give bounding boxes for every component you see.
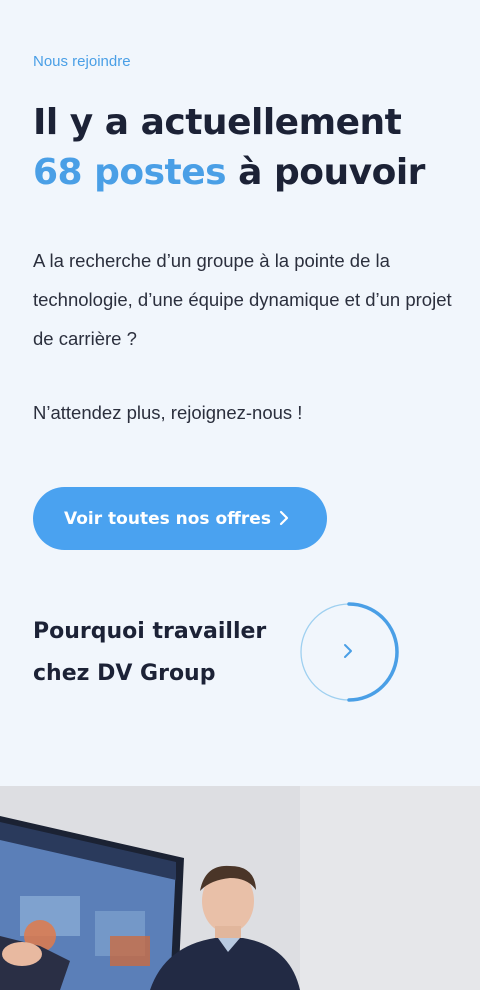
team-office-photo — [0, 786, 480, 990]
view-all-offers-label: Voir toutes nos offres — [64, 508, 271, 529]
why-work-title: Pourquoi travailler chez DV Group — [33, 619, 267, 686]
chevron-right-icon — [279, 510, 289, 526]
chevron-right-icon — [344, 644, 352, 658]
careers-hero-section: Nous rejoindre Il y a actuellement 68 po… — [0, 0, 480, 786]
headline-rest: à pouvoir — [226, 152, 425, 193]
why-work-circle-button[interactable] — [298, 601, 400, 703]
page-title: Il y a actuellement 68 postes à pouvoir — [33, 98, 463, 198]
headline-line1: Il y a actuellement — [33, 102, 402, 143]
headline-job-count: 68 postes — [33, 152, 227, 193]
section-eyebrow: Nous rejoindre — [33, 53, 131, 70]
view-all-offers-button[interactable]: Voir toutes nos offres — [33, 487, 327, 550]
intro-paragraph: A la recherche d’un groupe à la pointe d… — [33, 250, 452, 349]
call-to-action-text: N’attendez plus, rejoignez-nous ! — [33, 402, 303, 423]
office-photo — [0, 786, 480, 990]
